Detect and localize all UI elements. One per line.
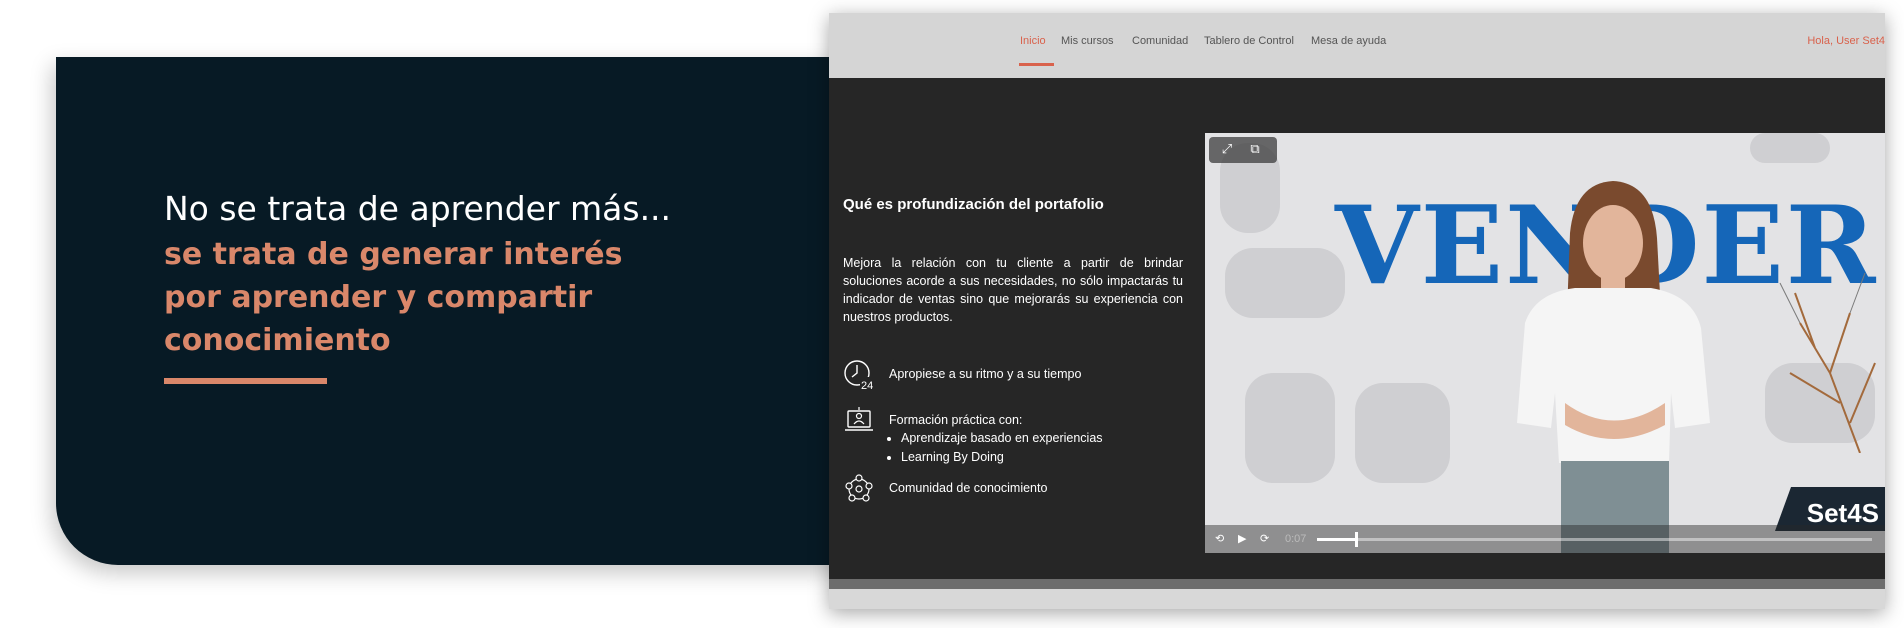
course-description: Mejora la relación con tu cliente a part… — [843, 256, 1183, 324]
rewind-icon[interactable]: ⟲ — [1215, 531, 1224, 547]
background-shelf — [1750, 133, 1830, 163]
feature-text: Formación práctica con: — [889, 413, 1023, 427]
presenter-figure — [1517, 181, 1710, 553]
background-shelf — [1245, 373, 1335, 483]
video-controls: ⟲ ▶ ⟳ 0:07 — [1205, 525, 1885, 553]
hero-underline — [164, 378, 327, 384]
video-progress-fill — [1317, 538, 1356, 541]
nav-item-mis-cursos[interactable]: Mis cursos — [1061, 35, 1114, 47]
nav-active-indicator — [1019, 63, 1054, 66]
video-time: 0:07 — [1285, 533, 1307, 545]
top-navbar: Inicio Mis cursos Comunidad Tablero de C… — [829, 13, 1885, 78]
hero-highlight-line: conocimiento — [164, 323, 391, 358]
hero-line1: No se trata de aprender más... — [164, 189, 672, 228]
video-progress-knob[interactable] — [1354, 532, 1358, 547]
background-shelf — [1355, 383, 1450, 483]
nav-item-inicio[interactable]: Inicio — [1020, 35, 1046, 47]
window-bottom-strip — [829, 579, 1885, 589]
video-progress-bar[interactable] — [1317, 532, 1872, 547]
app-window: Inicio Mis cursos Comunidad Tablero de C… — [829, 13, 1885, 609]
nav-item-tablero[interactable]: Tablero de Control — [1204, 35, 1294, 47]
hero-highlight-line: por aprender y compartir — [164, 280, 593, 315]
user-greeting[interactable]: Hola, User Set4 — [1807, 35, 1885, 47]
hero-highlight: se trata de generar interés por aprender… — [164, 233, 684, 362]
feature-bullet: Learning By Doing — [901, 448, 1103, 467]
feature-bullets: Aprendizaje basado en experiencias Learn… — [901, 429, 1103, 467]
fullscreen-icon[interactable]: ⤢ — [1219, 142, 1235, 158]
video-player[interactable]: VENDER Set4S ⤢ ⧉ ⟲ ▶ ⟳ 0:07 — [1205, 133, 1885, 553]
play-icon[interactable]: ▶ — [1238, 531, 1246, 547]
picture-in-picture-icon[interactable]: ⧉ — [1247, 142, 1263, 158]
background-shelf — [1225, 248, 1345, 318]
video-top-controls: ⤢ ⧉ — [1209, 137, 1277, 163]
decorative-branches — [1779, 272, 1876, 453]
nav-item-comunidad[interactable]: Comunidad — [1132, 35, 1188, 47]
feature-text: Apropiese a su ritmo y a su tiempo — [889, 367, 1082, 381]
feature-bullet: Aprendizaje basado en experiencias — [901, 429, 1103, 448]
window-bottom-area — [829, 589, 1885, 609]
forward-icon[interactable]: ⟳ — [1260, 531, 1269, 547]
clock-24-icon: 24 — [844, 360, 875, 391]
laptop-learning-icon — [845, 407, 873, 431]
hero-banner: No se trata de aprender más... se trata … — [56, 57, 856, 565]
nav-item-mesa-ayuda[interactable]: Mesa de ayuda — [1311, 35, 1386, 47]
feature-text: Comunidad de conocimiento — [889, 481, 1048, 495]
course-title: Qué es profundización del portafolio — [843, 196, 1104, 213]
community-network-icon — [845, 474, 873, 502]
svg-text:24: 24 — [861, 380, 873, 391]
hero-highlight-line: se trata de generar interés — [164, 237, 623, 272]
